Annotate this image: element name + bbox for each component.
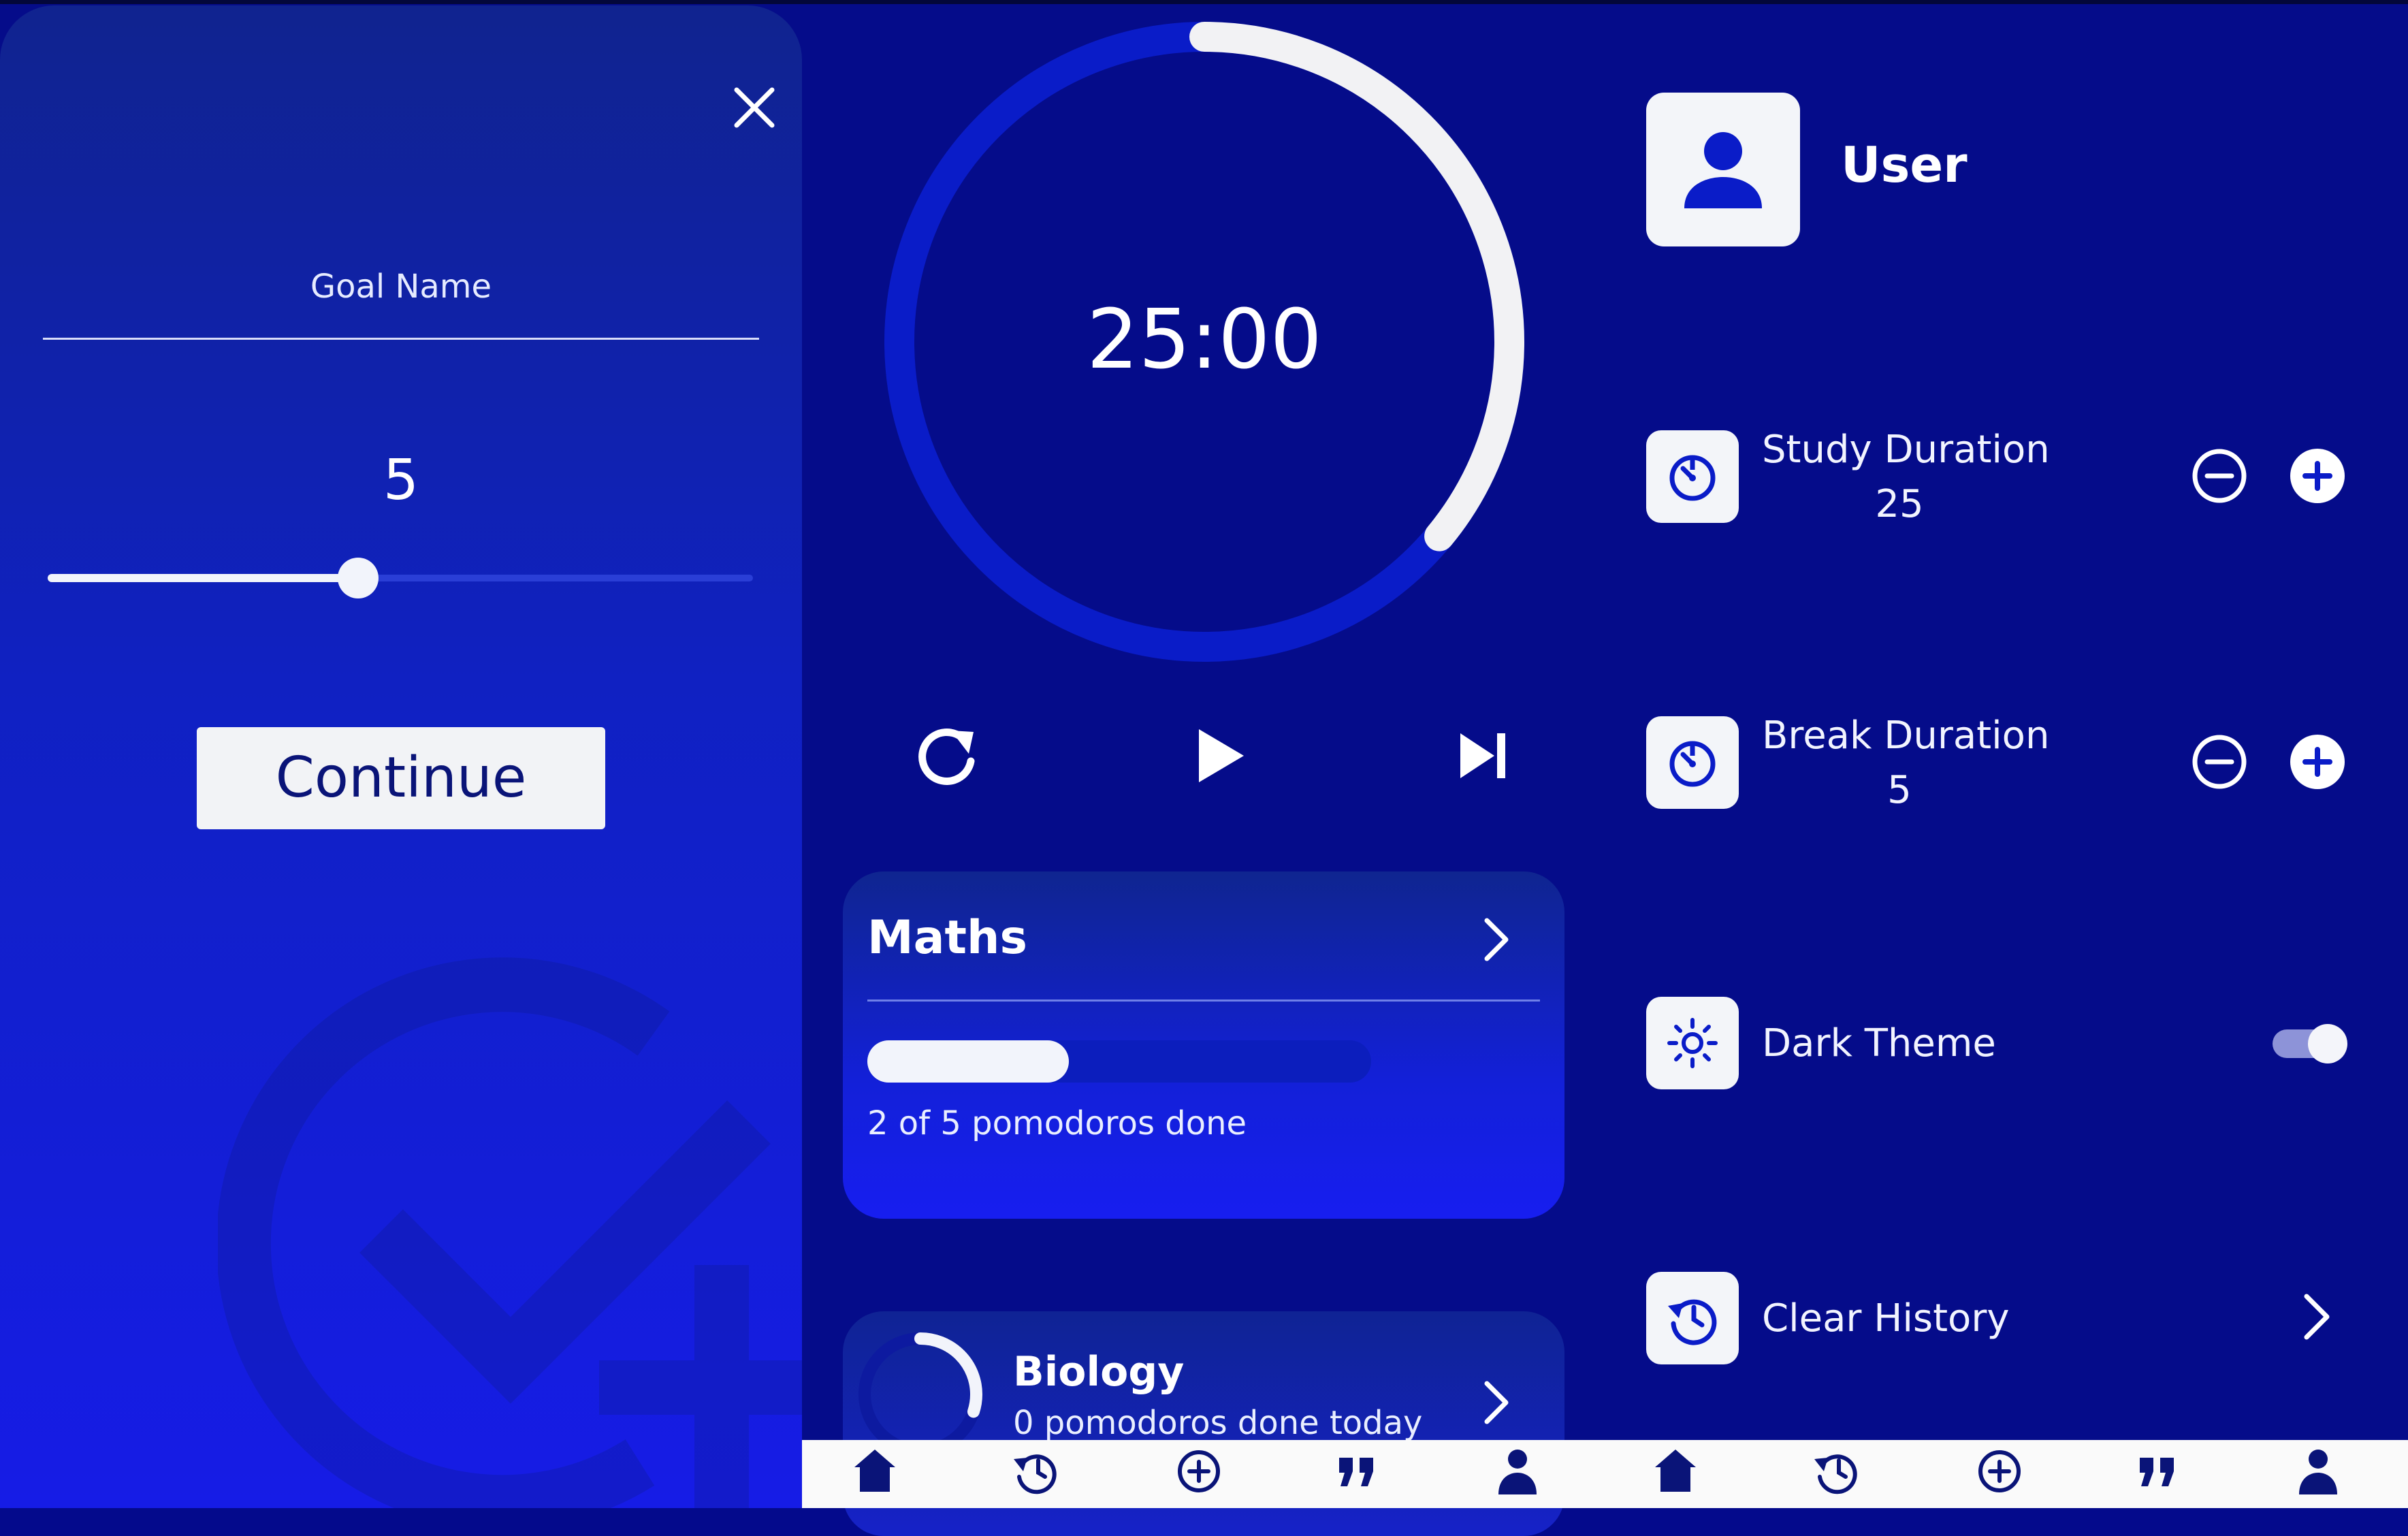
- goal-progress-bar: [867, 1040, 1371, 1083]
- plus-circle-icon: [2290, 735, 2345, 789]
- dark-theme-toggle[interactable]: [2273, 1023, 2347, 1065]
- restart-button[interactable]: [909, 718, 984, 793]
- break-duration-value: 5: [1887, 768, 1912, 812]
- check-add-icon: [218, 957, 802, 1508]
- study-duration-value: 25: [1875, 482, 1924, 526]
- quote-icon: [2140, 1458, 2174, 1486]
- play-icon: [1199, 729, 1244, 782]
- open-goal-button[interactable]: [1476, 912, 1517, 967]
- person-icon: [2299, 1450, 2337, 1494]
- person-icon: [1684, 132, 1762, 208]
- home-icon: [1655, 1450, 1696, 1492]
- study-duration-label: Study Duration: [1762, 428, 2050, 472]
- slider-thumb[interactable]: [337, 558, 379, 598]
- goal-card-maths[interactable]: Maths 2 of 5 pomodoros done: [843, 871, 1564, 1219]
- add-circle-icon: [1978, 1450, 2021, 1492]
- add-circle-icon: [1178, 1450, 1220, 1492]
- user-name: User: [1841, 136, 1968, 193]
- play-button[interactable]: [1180, 718, 1255, 793]
- goal-progress-text: 0 pomodoros done today: [1013, 1404, 1423, 1442]
- open-goal-button[interactable]: [1476, 1375, 1517, 1430]
- goal-title: Biology: [1013, 1348, 1185, 1396]
- break-duration-decrease-button[interactable]: [2191, 733, 2248, 790]
- avatar[interactable]: [1646, 93, 1800, 246]
- chevron-right-icon: [2304, 1294, 2330, 1340]
- study-duration-tile: [1646, 430, 1739, 523]
- sun-icon: [1667, 1018, 1718, 1068]
- timer-icon: [1669, 455, 1716, 501]
- nav-item-add-circle[interactable]: [1962, 1444, 2037, 1508]
- dark-theme-tile: [1646, 997, 1739, 1089]
- nav-item-person[interactable]: [2281, 1444, 2356, 1508]
- home-icon: [854, 1450, 895, 1492]
- break-duration-increase-button[interactable]: [2289, 733, 2346, 790]
- clear-history-button[interactable]: [2296, 1290, 2337, 1344]
- nav-item-quote[interactable]: [2120, 1444, 2195, 1508]
- clear-history-label: Clear History: [1762, 1296, 2010, 1341]
- minus-circle-icon: [2192, 735, 2247, 789]
- nav-item-home[interactable]: [1638, 1444, 1713, 1508]
- restart-icon: [918, 728, 975, 785]
- pomodoro-count-slider[interactable]: [48, 558, 753, 598]
- history-icon: [1014, 1454, 1057, 1494]
- status-strip: [0, 0, 2408, 4]
- slider-fill: [48, 574, 358, 582]
- pomodoro-count-value: 5: [383, 448, 419, 513]
- dark-theme-label: Dark Theme: [1762, 1021, 1996, 1066]
- nav-item-history[interactable]: [1800, 1444, 1875, 1508]
- nav-item-history[interactable]: [999, 1444, 1074, 1508]
- break-duration-label: Break Duration: [1762, 714, 2050, 758]
- skip-button[interactable]: [1445, 718, 1520, 793]
- close-icon: [734, 87, 775, 128]
- goal-progress-fill: [867, 1040, 1069, 1083]
- toggle-knob: [2308, 1024, 2347, 1063]
- quote-icon: [1339, 1458, 1373, 1486]
- study-duration-increase-button[interactable]: [2289, 447, 2346, 505]
- close-button[interactable]: [728, 82, 780, 133]
- history-icon: [1668, 1299, 1717, 1345]
- nav-item-person[interactable]: [1480, 1444, 1555, 1508]
- plus-circle-icon: [2290, 449, 2345, 503]
- goal-name-underline: [43, 338, 759, 340]
- minus-circle-icon: [2192, 449, 2247, 503]
- break-duration-tile: [1646, 716, 1739, 809]
- nav-item-quote[interactable]: [1319, 1444, 1394, 1508]
- bottom-navigation: [802, 1440, 2408, 1508]
- clear-history-tile: [1646, 1272, 1739, 1364]
- chevron-right-icon: [1484, 918, 1509, 961]
- history-icon: [1814, 1454, 1857, 1494]
- nav-item-add-circle[interactable]: [1161, 1444, 1236, 1508]
- card-divider: [867, 999, 1540, 1002]
- timer-icon: [1669, 741, 1716, 787]
- timer-display: 25:00: [1087, 293, 1322, 387]
- goal-name-field[interactable]: Goal Name: [43, 268, 759, 306]
- skip-next-icon: [1460, 733, 1505, 778]
- person-icon: [1498, 1450, 1537, 1494]
- goal-progress-text: 2 of 5 pomodoros done: [867, 1104, 1247, 1142]
- chevron-right-icon: [1484, 1381, 1509, 1424]
- nav-item-home[interactable]: [837, 1444, 912, 1508]
- new-goal-panel: Goal Name 5 Continue: [0, 5, 802, 1508]
- goal-title: Maths: [867, 911, 1027, 965]
- continue-button[interactable]: Continue: [197, 727, 605, 829]
- study-duration-decrease-button[interactable]: [2191, 447, 2248, 505]
